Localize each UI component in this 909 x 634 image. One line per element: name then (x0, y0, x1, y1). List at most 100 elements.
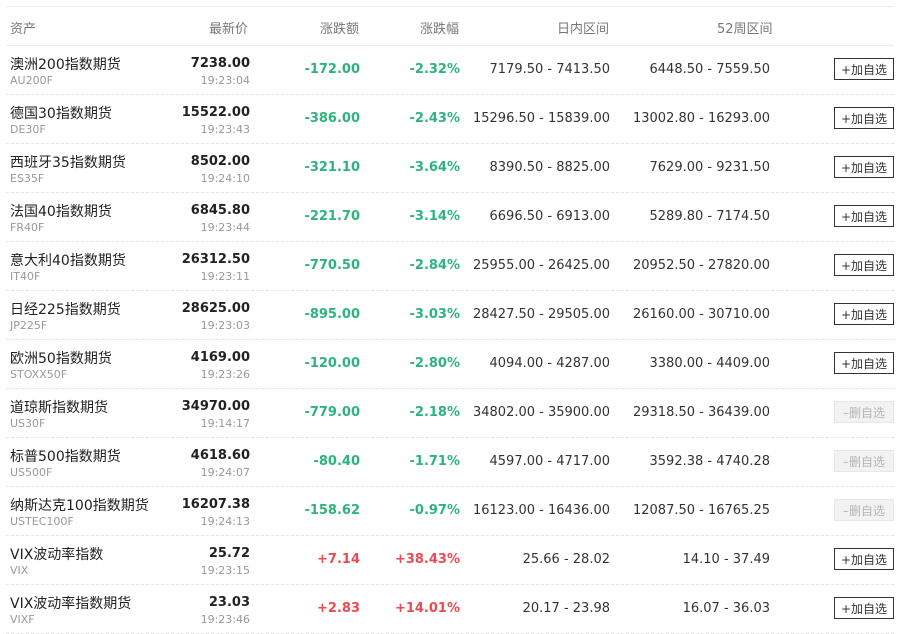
add-watchlist-button[interactable]: +加自选 (834, 352, 894, 374)
day-range: 7179.50 - 7413.50 (489, 62, 610, 77)
day-range: 20.17 - 23.98 (522, 601, 610, 616)
table-row[interactable]: VIX波动率指数期货 VIXF 23.03 19:23:46 +2.83 +14.01% 2… (6, 585, 894, 634)
change-percent: -3.03% (409, 307, 461, 322)
latest-price: 28625.00 (181, 301, 250, 316)
asset-name[interactable]: 澳洲200指数期货 (10, 54, 121, 74)
asset-code: US500F (10, 466, 53, 479)
quote-time: 19:23:04 (200, 74, 250, 87)
change-percent: -2.80% (409, 356, 461, 371)
change-percent: -1.71% (409, 454, 461, 469)
asset-name[interactable]: 西班牙35指数期货 (10, 152, 126, 172)
week52-range: 20952.50 - 27820.00 (632, 258, 770, 273)
day-range: 15296.50 - 15839.00 (472, 111, 610, 126)
change-percent: -0.97% (409, 503, 461, 518)
day-range: 6696.50 - 6913.00 (489, 209, 610, 224)
table-row[interactable]: 标普500指数期货 US500F 4618.60 19:24:07 -80.40 -1.7… (6, 438, 894, 487)
change-percent: -2.18% (409, 405, 461, 420)
day-range: 16123.00 - 16436.00 (472, 503, 610, 518)
latest-price: 23.03 (208, 595, 250, 610)
week52-range: 3380.00 - 4409.00 (649, 356, 770, 371)
table-row[interactable]: 法国40指数期货 FR40F 6845.80 19:23:44 -221.70 -3.14… (6, 193, 894, 242)
remove-watchlist-button[interactable]: –删自选 (834, 401, 894, 423)
quote-time: 19:23:44 (200, 221, 250, 234)
asset-name[interactable]: 纳斯达克100指数期货 (10, 495, 149, 515)
remove-watchlist-button[interactable]: –删自选 (834, 499, 894, 521)
table-row[interactable]: VIX波动率指数 VIX 25.72 19:23:15 +7.14 +38.43% 25.6… (6, 536, 894, 585)
table-row[interactable]: 西班牙35指数期货 ES35F 8502.00 19:24:10 -321.10 -3.6… (6, 144, 894, 193)
latest-price: 6845.80 (190, 203, 250, 218)
add-watchlist-button[interactable]: +加自选 (834, 254, 894, 276)
header-52week-range: 52周区间 (717, 22, 773, 37)
change-value: -221.70 (304, 209, 360, 224)
add-watchlist-button[interactable]: +加自选 (834, 303, 894, 325)
latest-price: 25.72 (208, 546, 250, 561)
day-range: 8390.50 - 8825.00 (489, 160, 610, 175)
latest-price: 8502.00 (190, 154, 250, 169)
latest-price: 16207.38 (181, 497, 250, 512)
asset-name[interactable]: 标普500指数期货 (10, 446, 121, 466)
table-row[interactable]: 欧洲50指数期货 STOXX50F 4169.00 19:23:26 -120.00 -2… (6, 340, 894, 389)
table-body: 澳洲200指数期货 AU200F 7238.00 19:23:04 -172.00 -2.… (6, 46, 894, 634)
asset-code: IT40F (10, 270, 41, 283)
header-asset: 资产 (10, 22, 37, 37)
asset-code: VIXF (10, 613, 35, 626)
change-value: -895.00 (304, 307, 360, 322)
latest-price: 15522.00 (181, 105, 250, 120)
asset-name[interactable]: 日经225指数期货 (10, 299, 121, 319)
asset-code: AU200F (10, 74, 53, 87)
asset-name[interactable]: 意大利40指数期货 (10, 250, 126, 270)
asset-code: USTEC100F (10, 515, 74, 528)
change-value: -770.50 (304, 258, 360, 273)
asset-name[interactable]: 法国40指数期货 (10, 201, 112, 221)
table-row[interactable]: 道琼斯指数期货 US30F 34970.00 19:14:17 -779.00 -2.18… (6, 389, 894, 438)
quote-time: 19:23:15 (200, 564, 250, 577)
asset-name[interactable]: 德国30指数期货 (10, 103, 112, 123)
quote-time: 19:23:11 (200, 270, 250, 283)
table-row[interactable]: 澳洲200指数期货 AU200F 7238.00 19:23:04 -172.00 -2.… (6, 46, 894, 95)
add-watchlist-button[interactable]: +加自选 (834, 205, 894, 227)
latest-price: 4618.60 (190, 448, 250, 463)
change-value: -386.00 (304, 111, 360, 126)
table-row[interactable]: 意大利40指数期货 IT40F 26312.50 19:23:11 -770.50 -2.… (6, 242, 894, 291)
asset-code: STOXX50F (10, 368, 68, 381)
week52-range: 29318.50 - 36439.00 (632, 405, 770, 420)
asset-name[interactable]: VIX波动率指数 (10, 544, 103, 564)
change-percent: -3.64% (409, 160, 461, 175)
header-day-range: 日内区间 (557, 22, 610, 37)
asset-code: ES35F (10, 172, 45, 185)
quotes-table: 资产 最新价 涨跌额 涨跌幅 日内区间 52周区间 澳洲200指数期货 AU200… (6, 6, 894, 634)
add-watchlist-button[interactable]: +加自选 (834, 597, 894, 619)
header-latest-price[interactable]: 最新价 (209, 18, 248, 37)
latest-price: 34970.00 (181, 399, 250, 414)
change-value: -321.10 (304, 160, 360, 175)
asset-name[interactable]: VIX波动率指数期货 (10, 593, 131, 613)
header-change[interactable]: 涨跌额 (320, 18, 359, 37)
week52-range: 5289.80 - 7174.50 (649, 209, 770, 224)
header-change-pct[interactable]: 涨跌幅 (420, 18, 459, 37)
add-watchlist-button[interactable]: +加自选 (834, 58, 894, 80)
add-watchlist-button[interactable]: +加自选 (834, 548, 894, 570)
change-value: +2.83 (317, 601, 360, 616)
asset-code: DE30F (10, 123, 46, 136)
change-percent: -2.32% (409, 62, 461, 77)
table-row[interactable]: 日经225指数期货 JP225F 28625.00 19:23:03 -895.00 -3… (6, 291, 894, 340)
change-value: -172.00 (304, 62, 360, 77)
week52-range: 12087.50 - 16765.25 (632, 503, 770, 518)
change-value: -120.00 (304, 356, 360, 371)
change-value: -779.00 (304, 405, 360, 420)
change-percent: +14.01% (394, 601, 460, 616)
day-range: 25.66 - 28.02 (522, 552, 610, 567)
week52-range: 13002.80 - 16293.00 (632, 111, 770, 126)
quote-time: 19:23:03 (200, 319, 250, 332)
week52-range: 6448.50 - 7559.50 (649, 62, 770, 77)
table-row[interactable]: 德国30指数期货 DE30F 15522.00 19:23:43 -386.00 -2.4… (6, 95, 894, 144)
asset-code: FR40F (10, 221, 45, 234)
day-range: 25955.00 - 26425.00 (472, 258, 610, 273)
remove-watchlist-button[interactable]: –删自选 (834, 450, 894, 472)
quote-time: 19:14:17 (200, 417, 250, 430)
asset-name[interactable]: 道琼斯指数期货 (10, 397, 108, 417)
asset-name[interactable]: 欧洲50指数期货 (10, 348, 112, 368)
add-watchlist-button[interactable]: +加自选 (834, 156, 894, 178)
table-row[interactable]: 纳斯达克100指数期货 USTEC100F 16207.38 19:24:13 -158… (6, 487, 894, 536)
add-watchlist-button[interactable]: +加自选 (834, 107, 894, 129)
